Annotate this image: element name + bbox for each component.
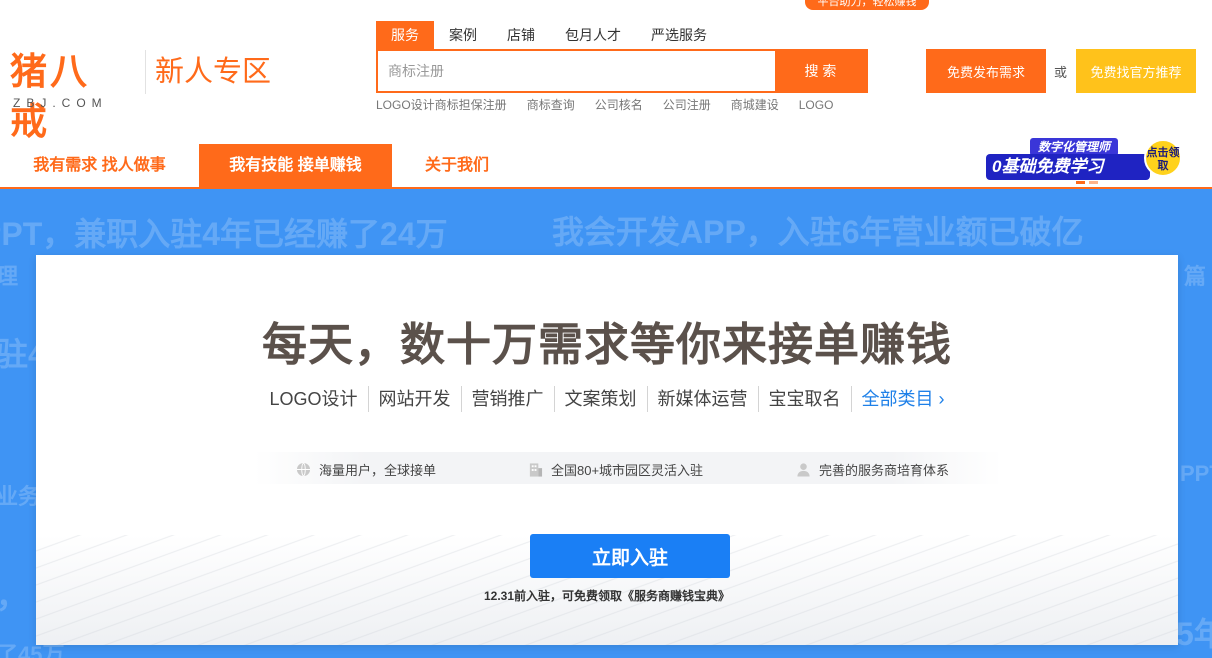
building-icon [529, 462, 543, 477]
feature-text: 完善的服务商培育体系 [819, 463, 950, 478]
hot-word-link[interactable]: 商城建设 [731, 97, 779, 113]
search-tab-monthly-talent[interactable]: 包月人才 [550, 21, 636, 49]
zbj-logo[interactable]: 猪八戒 ZBJ.COM [8, 46, 128, 143]
search-input[interactable] [378, 51, 775, 91]
join-now-button[interactable]: 立即入驻 [530, 534, 730, 578]
or-separator: 或 [1054, 65, 1068, 80]
category-link-marketing[interactable]: 营销推广 [460, 386, 554, 412]
chevron-right-icon: › [933, 389, 945, 409]
category-link-baby-naming[interactable]: 宝宝取名 [757, 386, 851, 412]
hero-section: PPT，兼职入驻4年已经赚了24万 我会开发APP，入驻6年营业额已破亿 理 篇… [0, 189, 1212, 658]
hero-bg-text: 5年 [1176, 616, 1212, 652]
person-icon [797, 463, 810, 477]
search-tab-case[interactable]: 案例 [434, 21, 492, 49]
hero-card: 每天，数十万需求等你来接单赚钱 LOGO设计 网站开发 营销推广 文案策划 新媒… [36, 255, 1178, 645]
hero-bg-text: 业务 [0, 484, 41, 509]
hot-word-link[interactable]: LOGO [799, 97, 834, 113]
hero-bg-text: 理 [0, 264, 19, 289]
search-tab-service[interactable]: 服务 [376, 21, 434, 49]
main-nav: 我有需求 找人做事 我有技能 接单赚钱 关于我们 [0, 144, 522, 188]
feature-item: 完善的服务商培育体系 [796, 460, 949, 479]
nav-item-about[interactable]: 关于我们 [392, 144, 522, 188]
ad-claim-badge: 点击领取 [1144, 139, 1182, 177]
hero-headline: 每天，数十万需求等你来接单赚钱 [261, 319, 952, 370]
feature-text: 海量用户，全球接单 [319, 463, 437, 478]
feature-strip: 海量用户，全球接单 全国80+城市园区灵活入驻 完善的服务商培育体系 [254, 452, 1002, 484]
carousel-dot[interactable] [1076, 181, 1085, 184]
category-link-copywriting[interactable]: 文案策划 [553, 386, 647, 412]
hero-bg-text: PPT，兼职入驻4年已经赚了24万 [0, 216, 448, 252]
search-tab-shop[interactable]: 店铺 [492, 21, 550, 49]
official-recommend-button[interactable]: 免费找官方推荐 [1076, 49, 1196, 93]
publish-demand-button[interactable]: 免费发布需求 [926, 49, 1046, 93]
hot-word-link[interactable]: 公司核名 [595, 97, 643, 113]
hot-word-link[interactable]: 商标查询 [527, 97, 575, 113]
category-links: LOGO设计 网站开发 营销推广 文案策划 新媒体运营 宝宝取名 全部类目 › [36, 386, 1178, 412]
all-categories-link[interactable]: 全部类目 › [850, 386, 955, 412]
ad-banner[interactable]: 数字化管理师 0基础免费学习 点击领取 [986, 138, 1184, 182]
nav-item-skill[interactable]: 我有技能 接单赚钱 [199, 144, 392, 188]
carousel-dot[interactable] [1089, 181, 1098, 184]
ad-main-label: 0基础免费学习 [986, 154, 1150, 180]
hero-bg-text: PPT [1180, 461, 1212, 486]
hot-word-link[interactable]: 公司注册 [663, 97, 711, 113]
logo-divider [145, 50, 146, 94]
promo-pill[interactable]: 平台助力，轻松赚钱 [805, 0, 929, 10]
feature-text: 全国80+城市园区灵活入驻 [551, 463, 704, 478]
category-link-logo[interactable]: LOGO设计 [259, 386, 367, 412]
hero-bg-text: 我会开发APP，入驻6年营业额已破亿 [552, 214, 1084, 250]
feature-item: 全国80+城市园区灵活入驻 [528, 460, 703, 479]
join-note: 12.31前入驻，可免费领取《服务商赚钱宝典》 [483, 589, 731, 603]
site-header: 平台助力，轻松赚钱 猪八戒 ZBJ.COM 新人专区 服务 案例 店铺 包月人才… [0, 0, 1212, 189]
hot-words: LOGO设计商标担保注册 商标查询 公司核名 公司注册 商城建设 LOGO [376, 97, 853, 113]
hero-bg-text: ， [0, 571, 28, 617]
search-box: 搜 索 [376, 49, 868, 93]
search-tabs: 服务 案例 店铺 包月人才 严选服务 [376, 21, 722, 49]
category-link-new-media[interactable]: 新媒体运营 [646, 386, 758, 412]
hero-bg-text: 篇 [1184, 264, 1207, 289]
category-link-website[interactable]: 网站开发 [367, 386, 461, 412]
zone-title: 新人专区 [155, 56, 272, 88]
all-categories-label: 全部类目 [861, 389, 934, 409]
search-tab-selected-service[interactable]: 严选服务 [636, 21, 722, 49]
search-button[interactable]: 搜 索 [775, 51, 866, 91]
globe-icon [296, 462, 311, 477]
ad-carousel-dots [1076, 181, 1098, 184]
nav-item-demand[interactable]: 我有需求 找人做事 [0, 144, 199, 188]
logo-english: ZBJ.COM [13, 96, 108, 110]
feature-item: 海量用户，全球接单 [296, 460, 436, 479]
hot-word-link[interactable]: LOGO设计商标担保注册 [376, 97, 507, 113]
